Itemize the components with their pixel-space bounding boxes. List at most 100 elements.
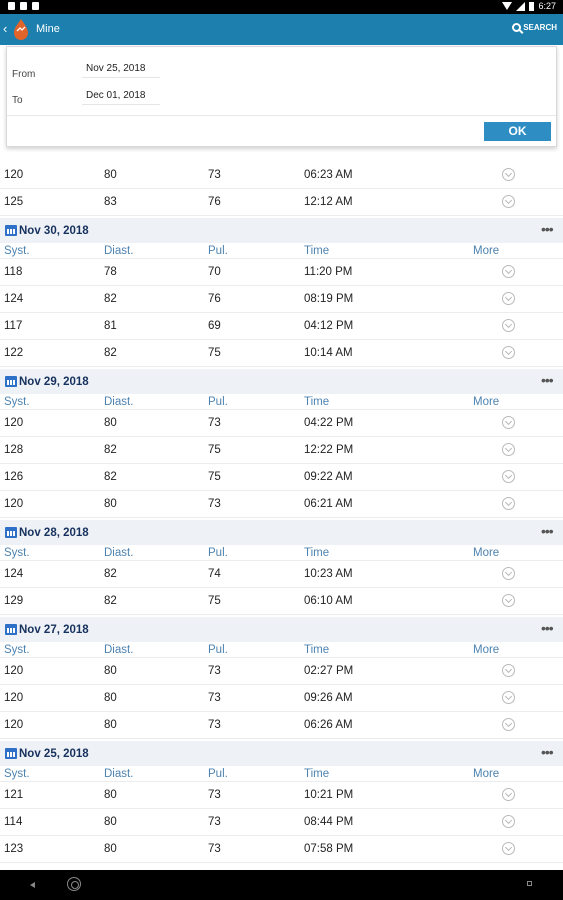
- time-value: 10:21 PM: [304, 789, 354, 801]
- chevron-down-circle-icon[interactable]: [502, 842, 515, 855]
- nav-home-icon[interactable]: [67, 877, 81, 891]
- time-value: 02:27 PM: [304, 665, 354, 677]
- table-row[interactable]: 120 80 73 04:22 PM: [0, 410, 563, 437]
- column-header-more: More: [473, 245, 500, 257]
- systolic-value: 120: [4, 169, 24, 181]
- overflow-dots-icon[interactable]: •••: [541, 523, 554, 539]
- pulse-value: 73: [208, 498, 221, 510]
- column-header-syst: Syst.: [4, 644, 30, 656]
- chevron-down-circle-icon[interactable]: [502, 788, 515, 801]
- diastolic-value: 80: [104, 789, 117, 801]
- chevron-down-circle-icon[interactable]: [502, 691, 515, 704]
- chevron-down-circle-icon[interactable]: [502, 567, 515, 580]
- column-header-pul: Pul.: [208, 396, 228, 408]
- table-row[interactable]: 120 80 73 06:23 AM: [0, 162, 563, 189]
- pulse-value: 73: [208, 665, 221, 677]
- divider: [7, 115, 556, 116]
- calendar-icon: [5, 527, 17, 538]
- chevron-down-circle-icon[interactable]: [502, 594, 515, 607]
- column-header-diast: Diast.: [104, 547, 134, 559]
- nav-back-icon[interactable]: [30, 882, 35, 888]
- pulse-value: 73: [208, 816, 221, 828]
- chevron-down-circle-icon[interactable]: [502, 718, 515, 731]
- table-row[interactable]: 125 83 76 12:12 AM: [0, 189, 563, 216]
- date-group-header: Nov 25, 2018 •••: [0, 741, 563, 766]
- table-row[interactable]: 129 82 75 06:10 AM: [0, 588, 563, 615]
- search-button[interactable]: SEARCH: [512, 23, 557, 32]
- table-row[interactable]: 121 80 73 10:21 PM: [0, 782, 563, 809]
- group-date: Nov 25, 2018: [19, 748, 89, 760]
- systolic-value: 120: [4, 665, 24, 677]
- table-row[interactable]: 128 82 75 12:22 PM: [0, 437, 563, 464]
- time-value: 09:22 AM: [304, 471, 353, 483]
- chevron-down-circle-icon[interactable]: [502, 346, 515, 359]
- diastolic-value: 80: [104, 816, 117, 828]
- hand-drop-logo-icon: [11, 18, 31, 47]
- back-arrow-icon[interactable]: ‹: [3, 21, 7, 36]
- ok-button[interactable]: OK: [484, 122, 551, 141]
- pulse-value: 74: [208, 568, 221, 580]
- time-value: 06:26 AM: [304, 719, 353, 731]
- table-row[interactable]: 122 82 75 10:14 AM: [0, 340, 563, 367]
- chevron-down-circle-icon[interactable]: [502, 470, 515, 483]
- column-header-pul: Pul.: [208, 768, 228, 780]
- table-row[interactable]: 120 80 73 06:26 AM: [0, 712, 563, 739]
- pulse-value: 69: [208, 320, 221, 332]
- table-row[interactable]: 120 80 73 09:26 AM: [0, 685, 563, 712]
- nav-recents-icon[interactable]: [527, 881, 532, 886]
- pulse-value: 73: [208, 719, 221, 731]
- notification-icon: [32, 2, 39, 10]
- date-group-header: Nov 29, 2018 •••: [0, 369, 563, 394]
- chevron-down-circle-icon[interactable]: [502, 168, 515, 181]
- chevron-down-circle-icon[interactable]: [502, 265, 515, 278]
- chevron-down-circle-icon[interactable]: [502, 664, 515, 677]
- table-row[interactable]: 120 80 73 06:21 AM: [0, 491, 563, 518]
- diastolic-value: 80: [104, 417, 117, 429]
- table-row[interactable]: 124 82 74 10:23 AM: [0, 561, 563, 588]
- time-value: 12:12 AM: [304, 196, 353, 208]
- chevron-down-circle-icon[interactable]: [502, 443, 515, 456]
- systolic-value: 120: [4, 692, 24, 704]
- pulse-value: 73: [208, 169, 221, 181]
- chevron-down-circle-icon[interactable]: [502, 416, 515, 429]
- overflow-dots-icon[interactable]: •••: [541, 372, 554, 388]
- to-date-field[interactable]: Dec 01, 2018: [82, 90, 160, 105]
- chevron-down-circle-icon[interactable]: [502, 319, 515, 332]
- diastolic-value: 80: [104, 719, 117, 731]
- chevron-down-circle-icon[interactable]: [502, 292, 515, 305]
- pulse-value: 76: [208, 293, 221, 305]
- partial-rows: 120 80 73 06:23 AM 125 83 76 12:12 AM: [0, 162, 563, 216]
- search-label: SEARCH: [523, 23, 557, 32]
- table-row[interactable]: 114 80 73 08:44 PM: [0, 809, 563, 836]
- diastolic-value: 80: [104, 665, 117, 677]
- calendar-icon: [5, 225, 17, 236]
- chevron-down-circle-icon[interactable]: [502, 497, 515, 510]
- table-row[interactable]: 123 80 73 07:58 PM: [0, 836, 563, 863]
- table-row[interactable]: 117 81 69 04:12 PM: [0, 313, 563, 340]
- systolic-value: 120: [4, 417, 24, 429]
- battery-icon: [529, 1, 535, 11]
- table-row[interactable]: 118 78 70 11:20 PM: [0, 259, 563, 286]
- systolic-value: 123: [4, 843, 24, 855]
- overflow-dots-icon[interactable]: •••: [541, 744, 554, 760]
- overflow-dots-icon[interactable]: •••: [541, 620, 554, 636]
- table-row[interactable]: 124 82 76 08:19 PM: [0, 286, 563, 313]
- diastolic-value: 82: [104, 293, 117, 305]
- from-date-field[interactable]: Nov 25, 2018: [82, 63, 160, 78]
- systolic-value: 114: [4, 816, 23, 828]
- chevron-down-circle-icon[interactable]: [502, 195, 515, 208]
- chevron-down-circle-icon[interactable]: [502, 815, 515, 828]
- table-row[interactable]: 126 82 75 09:22 AM: [0, 464, 563, 491]
- app-title: Mine: [36, 23, 60, 35]
- column-header-more: More: [473, 547, 500, 559]
- pulse-value: 75: [208, 347, 221, 359]
- overflow-dots-icon[interactable]: •••: [541, 221, 554, 237]
- diastolic-value: 82: [104, 444, 117, 456]
- systolic-value: 118: [4, 266, 23, 278]
- systolic-value: 120: [4, 719, 24, 731]
- pulse-value: 75: [208, 471, 221, 483]
- pulse-value: 75: [208, 595, 221, 607]
- wifi-icon: [502, 2, 513, 10]
- table-row[interactable]: 120 80 73 02:27 PM: [0, 658, 563, 685]
- time-value: 08:19 PM: [304, 293, 354, 305]
